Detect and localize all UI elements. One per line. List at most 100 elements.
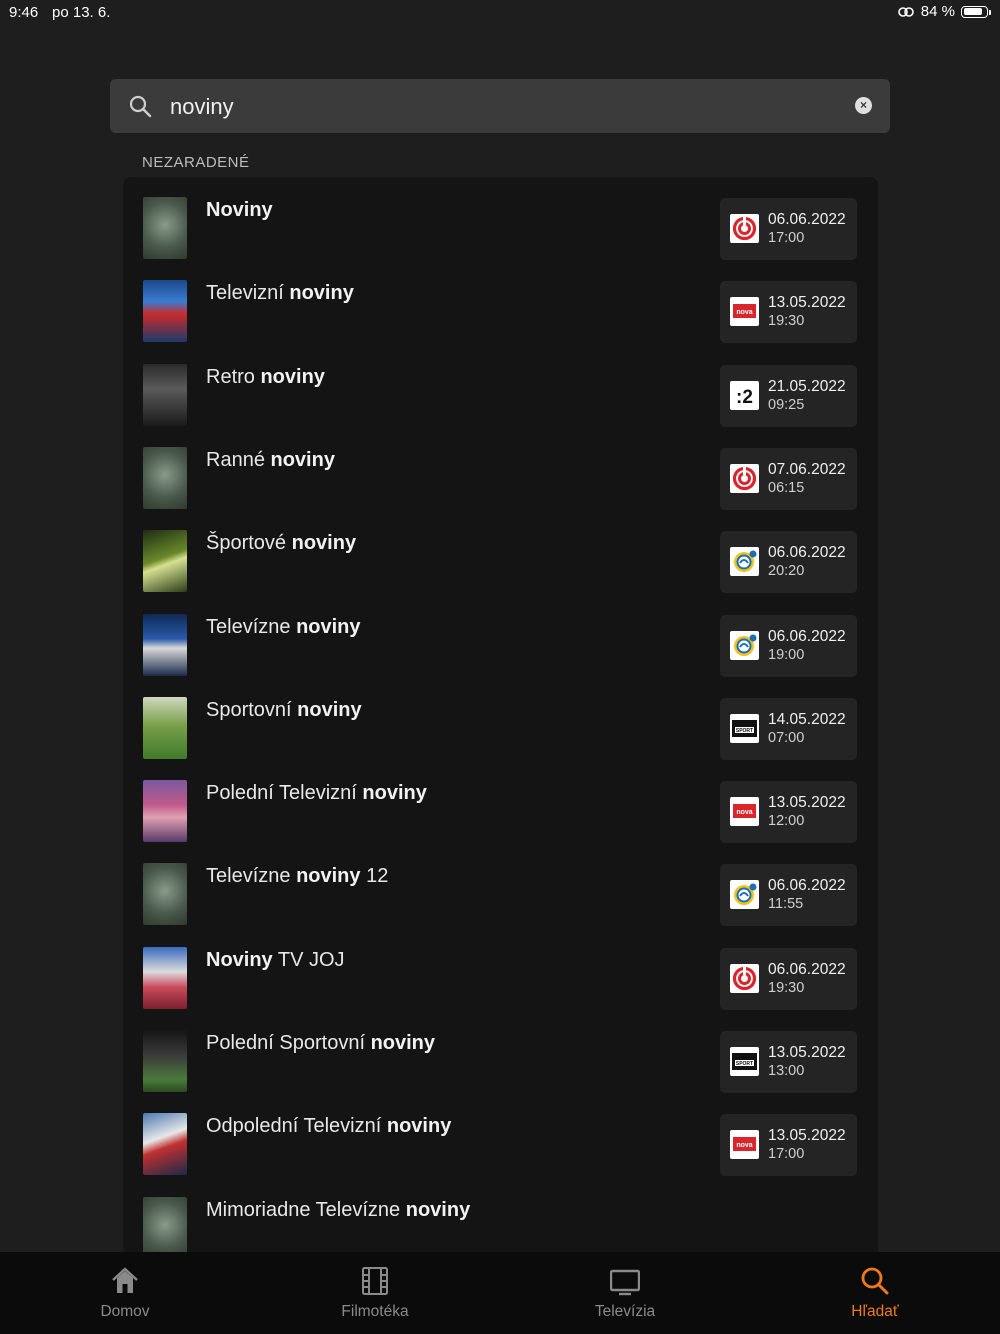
- title-match-text: noviny: [296, 615, 361, 638]
- title-text: Retro: [206, 365, 261, 388]
- tab-filmoteka[interactable]: Filmotéka: [250, 1252, 500, 1334]
- nova-icon: nova: [730, 797, 759, 827]
- tab-televizia[interactable]: Televízia: [500, 1252, 750, 1334]
- title-text: Polední Sportovní: [206, 1032, 371, 1054]
- broadcast-time: 19:30: [768, 313, 805, 330]
- broadcast-badge: 06.06.2022 17:00: [720, 198, 857, 260]
- result-row[interactable]: Ranné noviny 07.06.2022 06:15: [123, 427, 878, 510]
- joj-icon: [730, 963, 759, 993]
- title-match-text: noviny: [291, 532, 357, 555]
- title-match-text: noviny: [370, 1032, 436, 1054]
- title-text: Televízne: [206, 865, 297, 888]
- title-match-text: Noviny: [206, 199, 273, 221]
- search-bar[interactable]: ×: [110, 79, 890, 133]
- broadcast-date: 13.05.2022: [768, 794, 846, 812]
- program-thumbnail: [143, 1113, 187, 1176]
- ta3-icon: [730, 547, 759, 577]
- result-row[interactable]: Noviny TV JOJ 06.06.2022 19:30: [123, 927, 878, 1010]
- broadcast-badge: 06.06.2022 19:00: [720, 614, 857, 677]
- result-row[interactable]: Noviny 06.06.2022 17:00: [123, 177, 878, 260]
- program-thumbnail: [143, 780, 187, 843]
- title-text: Ranné: [206, 448, 271, 471]
- battery-icon: [961, 5, 991, 18]
- broadcast-date: 06.06.2022: [768, 960, 846, 978]
- broadcast-date: 13.05.2022: [768, 1044, 846, 1061]
- program-thumbnail: [143, 863, 187, 926]
- broadcast-time: 19:00: [768, 646, 805, 663]
- broadcast-badge: SPORT 14.05.2022 07:00: [720, 697, 857, 760]
- broadcast-time: 19:30: [768, 979, 805, 996]
- title-text: Športové: [206, 532, 292, 555]
- broadcast-badge: SPORT 13.05.2022 13:00: [720, 1031, 857, 1093]
- result-row[interactable]: Mimoriadne Televízne noviny: [123, 1177, 878, 1257]
- result-row[interactable]: Televízne noviny 06.06.2022 19:00: [123, 594, 878, 677]
- title-match-text: Noviny: [206, 948, 273, 971]
- result-title: Sportovní noviny: [206, 699, 362, 722]
- result-title: Noviny: [206, 199, 273, 222]
- broadcast-date: 06.06.2022: [768, 544, 846, 562]
- ta3-icon: [730, 880, 759, 910]
- result-row[interactable]: Polední Televizní noviny nova 13.05.2022 12…: [123, 760, 878, 844]
- result-title: Retro noviny: [206, 366, 325, 389]
- dvojka-icon: :2: [730, 380, 759, 410]
- result-title: Ranné noviny: [206, 449, 335, 472]
- result-row[interactable]: Sportovní noviny SPORT 14.05.2022 07:00: [123, 677, 878, 760]
- broadcast-time: 07:00: [768, 729, 805, 746]
- program-thumbnail: [143, 446, 187, 509]
- result-row[interactable]: Televízne noviny 12 06.06.2022 11:55: [123, 843, 878, 927]
- program-thumbnail: [143, 696, 187, 759]
- joj-icon: [730, 463, 759, 493]
- svg-text:SPORT: SPORT: [736, 728, 753, 734]
- result-row[interactable]: Športové noviny 06.06.2022 20:20: [123, 510, 878, 594]
- result-row[interactable]: Retro noviny:2 21.05.2022 09:25: [123, 344, 878, 427]
- title-match-text: noviny: [289, 282, 354, 305]
- title-text: Televizní: [206, 282, 290, 305]
- status-bar: 9:46 po 13. 6. 84 %: [0, 0, 1000, 26]
- broadcast-time: 06:15: [768, 479, 805, 496]
- program-thumbnail: [143, 613, 187, 676]
- tab-label: Hľadať: [851, 1303, 899, 1320]
- clear-search-icon[interactable]: ×: [855, 97, 872, 114]
- film-icon: [362, 1267, 388, 1295]
- broadcast-date: 06.06.2022: [768, 211, 846, 228]
- program-thumbnail: [143, 1196, 187, 1257]
- svg-text:nova: nova: [736, 309, 752, 316]
- tab-domov[interactable]: Domov: [0, 1252, 250, 1334]
- title-text: TV JOJ: [272, 948, 345, 971]
- program-thumbnail: [143, 280, 187, 343]
- broadcast-badge: nova 13.05.2022 12:00: [720, 781, 857, 844]
- broadcast-time: 12:00: [768, 813, 805, 830]
- broadcast-date: 13.05.2022: [768, 1127, 846, 1145]
- broadcast-time: 17:00: [768, 1146, 805, 1163]
- result-title: Mimoriadne Televízne noviny: [206, 1199, 470, 1222]
- nova-icon: nova: [730, 297, 759, 327]
- title-text: 12: [360, 865, 389, 888]
- title-match-text: noviny: [297, 698, 362, 721]
- title-match-text: noviny: [405, 1198, 471, 1221]
- broadcast-date: 14.05.2022: [768, 710, 846, 728]
- result-row[interactable]: Polední Sportovní noviny SPORT 13.05.2022 1…: [123, 1010, 878, 1093]
- joj-icon: [730, 214, 759, 243]
- broadcast-time: 20:20: [768, 563, 805, 580]
- tab-hladat[interactable]: Hľadať: [750, 1252, 1000, 1334]
- result-row[interactable]: Televizní noviny nova 13.05.2022 19:30: [123, 260, 878, 344]
- ta3-icon: [730, 630, 759, 660]
- tab-label: Televízia: [594, 1303, 656, 1320]
- result-row[interactable]: Odpolední Televizní noviny nova 13.05.2022…: [123, 1093, 878, 1177]
- program-thumbnail: [143, 363, 187, 426]
- broadcast-badge: 06.06.2022 19:30: [720, 947, 857, 1010]
- broadcast-date: 21.05.2022: [768, 377, 846, 395]
- broadcast-badge: 07.06.2022 06:15: [720, 447, 857, 510]
- result-title: Televízne noviny 12: [206, 865, 388, 888]
- result-title: Televizní noviny: [206, 282, 354, 305]
- title-text: Odpolední Televizní: [206, 1115, 387, 1138]
- results-list: Noviny 06.06.2022 17:00 Televizní noviny nov…: [123, 177, 878, 1257]
- search-input[interactable]: [168, 87, 832, 127]
- program-thumbnail: [143, 530, 187, 593]
- broadcast-badge: 06.06.2022 20:20: [720, 531, 857, 594]
- svg-text:nova: nova: [736, 1142, 752, 1149]
- result-title: Noviny TV JOJ: [206, 949, 345, 972]
- home-icon: [112, 1267, 138, 1293]
- title-match-text: noviny: [270, 448, 335, 471]
- connection-icon: [897, 6, 914, 17]
